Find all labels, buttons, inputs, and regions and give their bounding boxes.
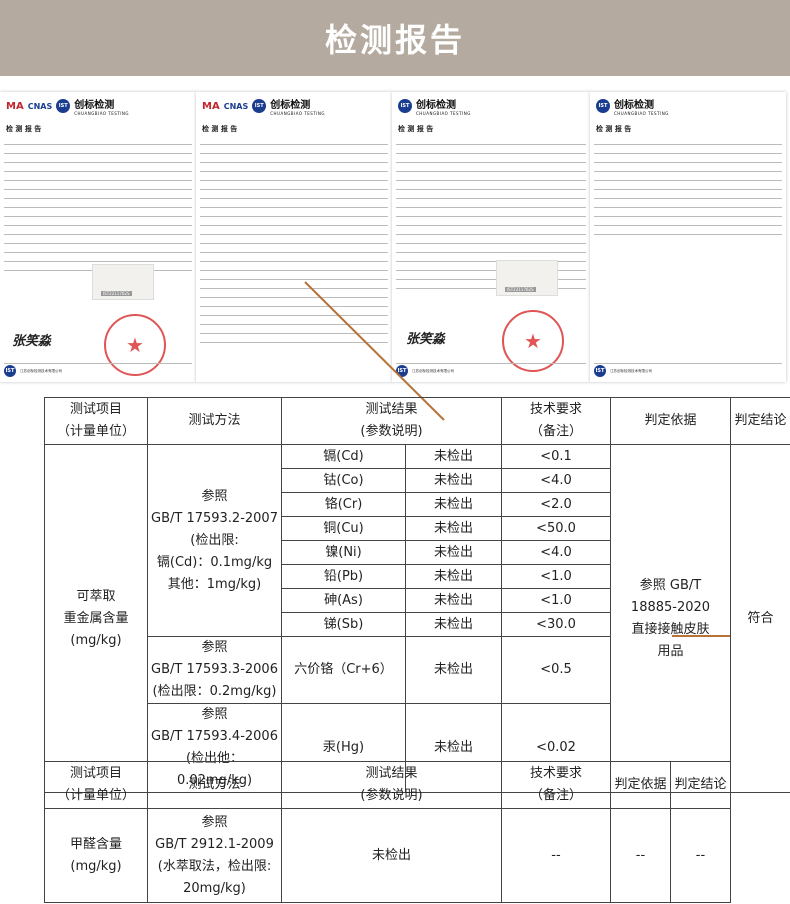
page-title: 检测报告 bbox=[324, 21, 465, 59]
param-cell: 铅(Pb) bbox=[281, 564, 406, 589]
header-item: 测试项目 （计量单位） bbox=[44, 397, 148, 445]
ist-logo-icon: IST bbox=[252, 99, 267, 113]
basis-cell: 参照 GB/T 18885-2020 直接接触皮肤 用品 bbox=[610, 444, 731, 793]
requirement-cell: -- bbox=[501, 808, 611, 903]
ist-logo-icon: IST bbox=[594, 365, 606, 377]
param-cell: 铬(Cr) bbox=[281, 492, 406, 517]
requirement-cell: <50.0 bbox=[501, 516, 611, 541]
report-title: 检 测 报 告 bbox=[6, 125, 42, 133]
brand-name: 创标检测 CHUANGBIAO TESTING bbox=[416, 100, 471, 116]
report-grid bbox=[200, 136, 388, 343]
result-cell: 未检出 bbox=[405, 540, 502, 565]
report-title: 检 测 报 告 bbox=[202, 125, 238, 133]
ist-logo-icon: IST bbox=[398, 99, 412, 113]
header-conclusion: 判定结论 bbox=[730, 397, 790, 445]
test-results-table: 测试项目 （计量单位） 测试方法 测试结果 (参数说明) 技术要求 （备注） 判… bbox=[44, 397, 790, 793]
ist-logo-icon: IST bbox=[56, 99, 71, 113]
ist-logo-icon: IST bbox=[596, 99, 610, 113]
brand-name: 创标检测 CHUANGBIAO TESTING bbox=[270, 100, 326, 116]
conclusion-cell: -- bbox=[670, 808, 731, 903]
cnas-logo-icon: CNAS bbox=[27, 101, 53, 111]
param-cell: 铜(Cu) bbox=[281, 516, 406, 541]
param-cell: 镍(Ni) bbox=[281, 540, 406, 565]
result-cell: 未检出 bbox=[405, 564, 502, 589]
page-footer: IST 江苏创标检测技术有限公司 bbox=[396, 363, 586, 378]
method-cell: 参照 GB/T 2912.1-2009 (水萃取法，检出限: 20mg/kg) bbox=[147, 808, 282, 903]
page-footer: IST 江苏创标检测技术有限公司 bbox=[594, 363, 782, 378]
ist-logo-icon: IST bbox=[396, 365, 408, 377]
result-cell: 未检出 bbox=[405, 636, 502, 704]
result-cell: 未检出 bbox=[405, 444, 502, 469]
result-cell: 未检出 bbox=[405, 612, 502, 637]
conclusion-cell: 符合 bbox=[730, 444, 790, 793]
sample-photo: IST2211762S bbox=[92, 264, 154, 300]
result-cell: 未检出 bbox=[405, 492, 502, 517]
requirement-cell: <0.1 bbox=[501, 444, 611, 469]
report-page-3[interactable]: IST 创标检测 CHUANGBIAO TESTING 检 测 报 告 IST22… bbox=[392, 92, 590, 382]
header-requirement: 技术要求 （备注） bbox=[501, 761, 611, 809]
result-cell: 未检出 bbox=[281, 808, 502, 903]
result-cell: 未检出 bbox=[405, 588, 502, 613]
param-cell: 锑(Sb) bbox=[281, 612, 406, 637]
formaldehyde-table: 测试项目 （计量单位） 测试方法 测试结果 (参数说明) 技术要求 （备注） 判… bbox=[44, 761, 731, 903]
ist-logo-icon: IST bbox=[4, 365, 16, 377]
signature: 张笑淼 bbox=[406, 332, 446, 347]
requirement-cell: <2.0 bbox=[501, 492, 611, 517]
brand-name: 创标检测 CHUANGBIAO TESTING bbox=[614, 100, 669, 116]
report-grid bbox=[594, 136, 782, 235]
report-title: 检 测 报 告 bbox=[596, 125, 632, 133]
param-cell: 钴(Co) bbox=[281, 468, 406, 493]
header-requirement: 技术要求 （备注） bbox=[501, 397, 611, 445]
brand-name: 创标检测 CHUANGBIAO TESTING bbox=[74, 100, 130, 116]
param-cell: 六价铬（Cr+6） bbox=[281, 636, 406, 704]
cnas-logo-icon: CNAS bbox=[223, 101, 249, 111]
method-cell: 参照 GB/T 17593.3-2006 (检出限：0.2mg/kg) bbox=[147, 636, 282, 704]
report-page-1[interactable]: MA CNAS IST 创标检测 CHUANGBIAO TESTING 检 测 报… bbox=[0, 92, 196, 382]
result-cell: 未检出 bbox=[405, 468, 502, 493]
item-cell: 甲醛含量 (mg/kg) bbox=[44, 808, 148, 903]
header-basis: 判定依据 bbox=[610, 761, 671, 809]
page-footer: IST 江苏创标检测技术有限公司 bbox=[4, 363, 192, 378]
header-method: 测试方法 bbox=[147, 761, 282, 809]
sample-photo: IST2211762S bbox=[496, 260, 558, 296]
requirement-cell: <1.0 bbox=[501, 564, 611, 589]
result-cell: 未检出 bbox=[405, 516, 502, 541]
param-cell: 砷(As) bbox=[281, 588, 406, 613]
header-result: 测试结果 (参数说明) bbox=[281, 397, 502, 445]
ma-logo-icon: MA bbox=[202, 100, 220, 112]
requirement-cell: <4.0 bbox=[501, 540, 611, 565]
report-page-4[interactable]: IST 创标检测 CHUANGBIAO TESTING 检 测 报 告 IST 江… bbox=[590, 92, 786, 382]
header-result: 测试结果 (参数说明) bbox=[281, 761, 502, 809]
requirement-cell: <0.5 bbox=[501, 636, 611, 704]
report-thumbnails: MA CNAS IST 创标检测 CHUANGBIAO TESTING 检 测 报… bbox=[0, 82, 790, 387]
table-header-row: 测试项目 （计量单位） 测试方法 测试结果 (参数说明) 技术要求 （备注） 判… bbox=[44, 397, 790, 445]
table-row: 甲醛含量 (mg/kg) 参照 GB/T 2912.1-2009 (水萃取法，检… bbox=[44, 808, 731, 903]
table-row: 可萃取 重金属含量 (mg/kg) 参照 GB/T 17593.2-2007 (… bbox=[44, 444, 790, 793]
param-cell: 镉(Cd) bbox=[281, 444, 406, 469]
header-basis: 判定依据 bbox=[610, 397, 731, 445]
report-grid bbox=[4, 136, 192, 271]
requirement-cell: <4.0 bbox=[501, 468, 611, 493]
requirement-cell: <30.0 bbox=[501, 612, 611, 637]
ma-logo-icon: MA bbox=[6, 100, 24, 112]
basis-cell: -- bbox=[610, 808, 671, 903]
item-cell: 可萃取 重金属含量 (mg/kg) bbox=[44, 444, 148, 793]
table-header-row: 测试项目 （计量单位） 测试方法 测试结果 (参数说明) 技术要求 （备注） 判… bbox=[44, 761, 731, 809]
header-item: 测试项目 （计量单位） bbox=[44, 761, 148, 809]
header-method: 测试方法 bbox=[147, 397, 282, 445]
signature: 张笑淼 bbox=[12, 334, 52, 349]
header-banner: 检测报告 bbox=[0, 0, 790, 76]
report-title: 检 测 报 告 bbox=[398, 125, 434, 133]
requirement-cell: <1.0 bbox=[501, 588, 611, 613]
header-conclusion: 判定结论 bbox=[670, 761, 731, 809]
method-cell: 参照 GB/T 17593.2-2007 (检出限: 镉(Cd)：0.1mg/k… bbox=[147, 444, 282, 637]
report-page-2[interactable]: MA CNAS IST 创标检测 CHUANGBIAO TESTING 检 测 报… bbox=[196, 92, 392, 382]
